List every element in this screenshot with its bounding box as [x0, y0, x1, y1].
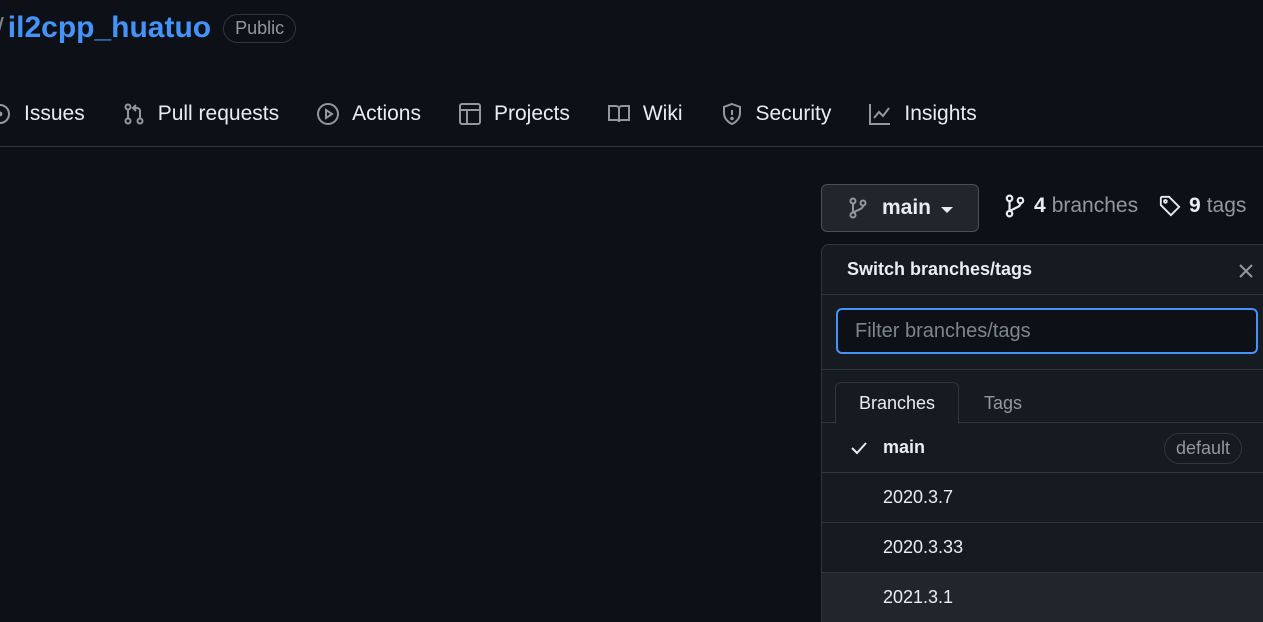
- dropdown-tabs: Branches Tags: [822, 370, 1263, 424]
- branch-item[interactable]: 2020.3.33: [822, 523, 1263, 573]
- tab-projects[interactable]: Projects: [458, 102, 570, 126]
- branches-count: 4: [1034, 194, 1046, 217]
- play-icon: [317, 103, 340, 125]
- tab-actions-label: Actions: [352, 102, 421, 125]
- graph-icon: [869, 104, 891, 125]
- branch-name: main: [883, 437, 926, 457]
- branch-name: 2020.3.33: [883, 537, 964, 557]
- branch-name: 2020.3.7: [883, 487, 954, 507]
- tab-insights-label: Insights: [904, 102, 977, 125]
- tab-actions[interactable]: Actions: [316, 102, 421, 126]
- branches-label: branches: [1051, 194, 1139, 217]
- tab-wiki-label: Wiki: [642, 102, 683, 125]
- branch-select-label: main: [882, 196, 932, 219]
- tab-projects-label: Projects: [493, 102, 570, 125]
- repo-header: / il2cpp_huatuo Public: [0, 0, 297, 56]
- dropdown-header: Switch branches/tags: [822, 245, 1263, 295]
- branches-link[interactable]: 4 branches: [1004, 194, 1138, 218]
- branch-item[interactable]: 2021.3.1: [822, 573, 1263, 622]
- branch-select-button[interactable]: main: [821, 184, 979, 232]
- git-pull-request-icon: [124, 103, 144, 125]
- repo-nav: Issues Pull requests Actions Projects Wi…: [0, 92, 1014, 136]
- tab-tags[interactable]: Tags: [959, 382, 1047, 424]
- check-icon: [851, 442, 867, 455]
- dropdown-title: Switch branches/tags: [847, 259, 1033, 279]
- book-icon: [607, 105, 630, 123]
- branch-item-main[interactable]: main default: [822, 423, 1263, 473]
- branch-item[interactable]: 2020.3.7: [822, 473, 1263, 523]
- tab-pull-requests[interactable]: Pull requests: [122, 102, 279, 126]
- nav-divider: [0, 146, 1263, 147]
- tags-link[interactable]: 9 tags: [1159, 194, 1246, 218]
- tab-wiki[interactable]: Wiki: [607, 102, 683, 126]
- tags-count: 9: [1189, 194, 1201, 217]
- issue-opened-icon: [0, 104, 10, 124]
- repo-name-link[interactable]: il2cpp_huatuo: [8, 11, 211, 45]
- close-icon[interactable]: [1236, 261, 1256, 281]
- tab-issues[interactable]: Issues: [0, 102, 85, 126]
- tab-security[interactable]: Security: [720, 102, 832, 126]
- branch-switcher-dropdown: Switch branches/tags Branches Tags main …: [821, 244, 1263, 622]
- tab-security-label: Security: [755, 102, 832, 125]
- table-icon: [458, 103, 481, 125]
- tab-issues-label: Issues: [24, 102, 85, 125]
- visibility-badge: Public: [223, 13, 297, 43]
- repo-path-separator: /: [0, 12, 4, 44]
- filter-container: [822, 295, 1263, 370]
- shield-icon: [722, 102, 741, 126]
- tab-insights[interactable]: Insights: [868, 102, 977, 126]
- git-branch-icon: [1005, 194, 1025, 218]
- tab-pull-requests-label: Pull requests: [157, 102, 280, 125]
- caret-down-icon: [941, 206, 954, 213]
- tags-label: tags: [1206, 194, 1247, 217]
- filter-branches-input[interactable]: [836, 308, 1258, 354]
- tab-branches[interactable]: Branches: [835, 382, 959, 424]
- branch-name: 2021.3.1: [883, 587, 954, 607]
- default-badge: default: [1164, 433, 1243, 464]
- git-branch-icon: [849, 197, 867, 219]
- tag-icon: [1159, 195, 1181, 217]
